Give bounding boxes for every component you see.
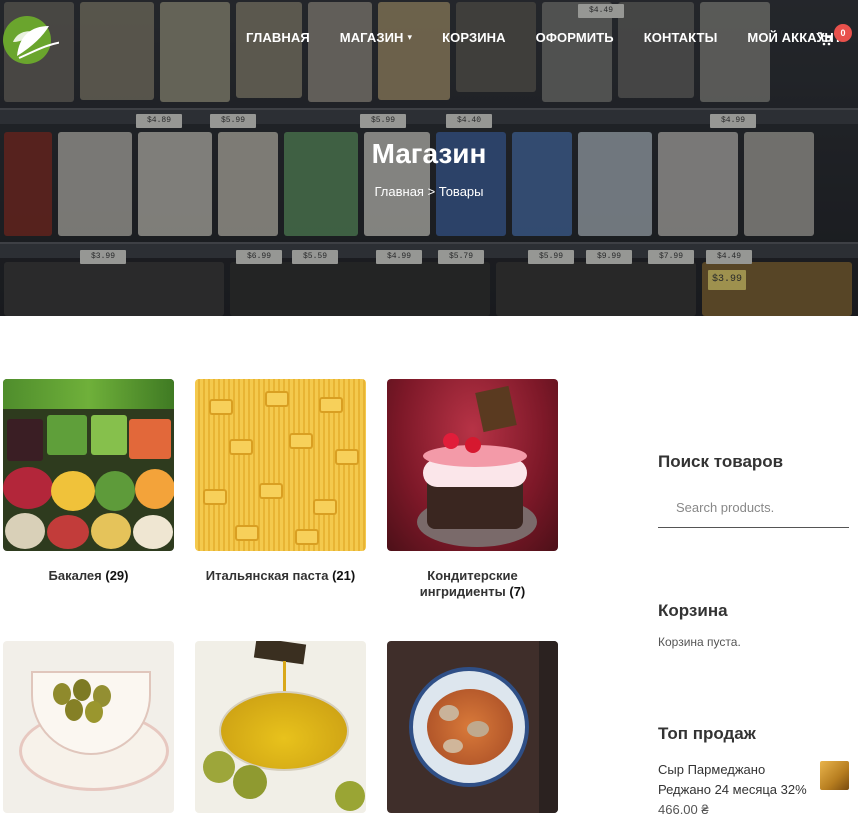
hero-banner: $4.49 $4.89 $5.99 $5.99 $4.40 $4.99 $3.9…: [0, 0, 858, 316]
top-sales-item[interactable]: Сыр Пармеджано Реджано 24 месяца 32% 466…: [658, 760, 850, 820]
category-label[interactable]: Итальянская паста (21): [195, 568, 366, 584]
nav-shop[interactable]: МАГАЗИН ▾: [340, 30, 412, 45]
nav-shop-label: МАГАЗИН: [339, 30, 404, 45]
nav-home[interactable]: ГЛАВНАЯ: [246, 30, 310, 45]
category-name: Бакалея: [48, 568, 102, 583]
nav-checkout[interactable]: ОФОРМИТЬ: [536, 30, 614, 45]
search-widget-title: Поиск товаров: [658, 452, 784, 471]
category-image-grocery[interactable]: [3, 379, 174, 551]
category-image-oil[interactable]: [195, 641, 366, 813]
nav-contacts[interactable]: КОНТАКТЫ: [644, 30, 718, 45]
breadcrumb[interactable]: Главная > Товары: [0, 184, 858, 199]
category-label[interactable]: Бакалея (29): [3, 568, 174, 584]
category-card-grocery[interactable]: Бакалея (29): [3, 379, 174, 584]
cart-empty-message: Корзина пуста.: [658, 635, 741, 649]
category-label[interactable]: Кондитерские ингридиенты (7): [387, 568, 558, 600]
main-nav: ГЛАВНАЯ МАГАЗИН ▾ КОРЗИНА ОФОРМИТЬ КОНТА…: [246, 30, 858, 45]
page-title: Магазин: [371, 138, 487, 169]
category-image-olives[interactable]: [3, 641, 174, 813]
search-input[interactable]: [658, 488, 849, 528]
category-image-seafood[interactable]: [387, 641, 558, 813]
cart-count-badge: 0: [834, 24, 852, 42]
top-item-name[interactable]: Сыр Пармеджано Реджано 24 месяца 32%: [658, 760, 818, 800]
chevron-down-icon: ▾: [407, 32, 413, 42]
category-count: (29): [105, 568, 129, 583]
header-cart[interactable]: 0: [818, 24, 854, 50]
category-card-oil[interactable]: [195, 641, 366, 813]
category-image-pasta[interactable]: [195, 379, 366, 551]
category-card-confectionery[interactable]: Кондитерские ингридиенты (7): [387, 379, 558, 600]
cart-icon: [818, 32, 832, 46]
top-item-price: 466.00 ₴: [658, 802, 709, 817]
top-sales-title: Топ продаж: [658, 724, 756, 743]
category-count: (7): [509, 584, 526, 599]
category-name: Итальянская паста: [205, 568, 329, 583]
category-card-seafood[interactable]: [387, 641, 558, 813]
category-card-pasta[interactable]: Итальянская паста (21): [195, 379, 366, 584]
nav-cart[interactable]: КОРЗИНА: [442, 30, 506, 45]
category-name: Кондитерские ингридиенты: [419, 568, 518, 599]
category-card-olives[interactable]: [3, 641, 174, 813]
category-image-confectionery[interactable]: [387, 379, 558, 551]
category-count: (21): [332, 568, 356, 583]
leaf-logo-icon[interactable]: [3, 12, 59, 68]
top-item-thumbnail[interactable]: [820, 761, 849, 790]
cart-widget-title: Корзина: [658, 601, 728, 620]
